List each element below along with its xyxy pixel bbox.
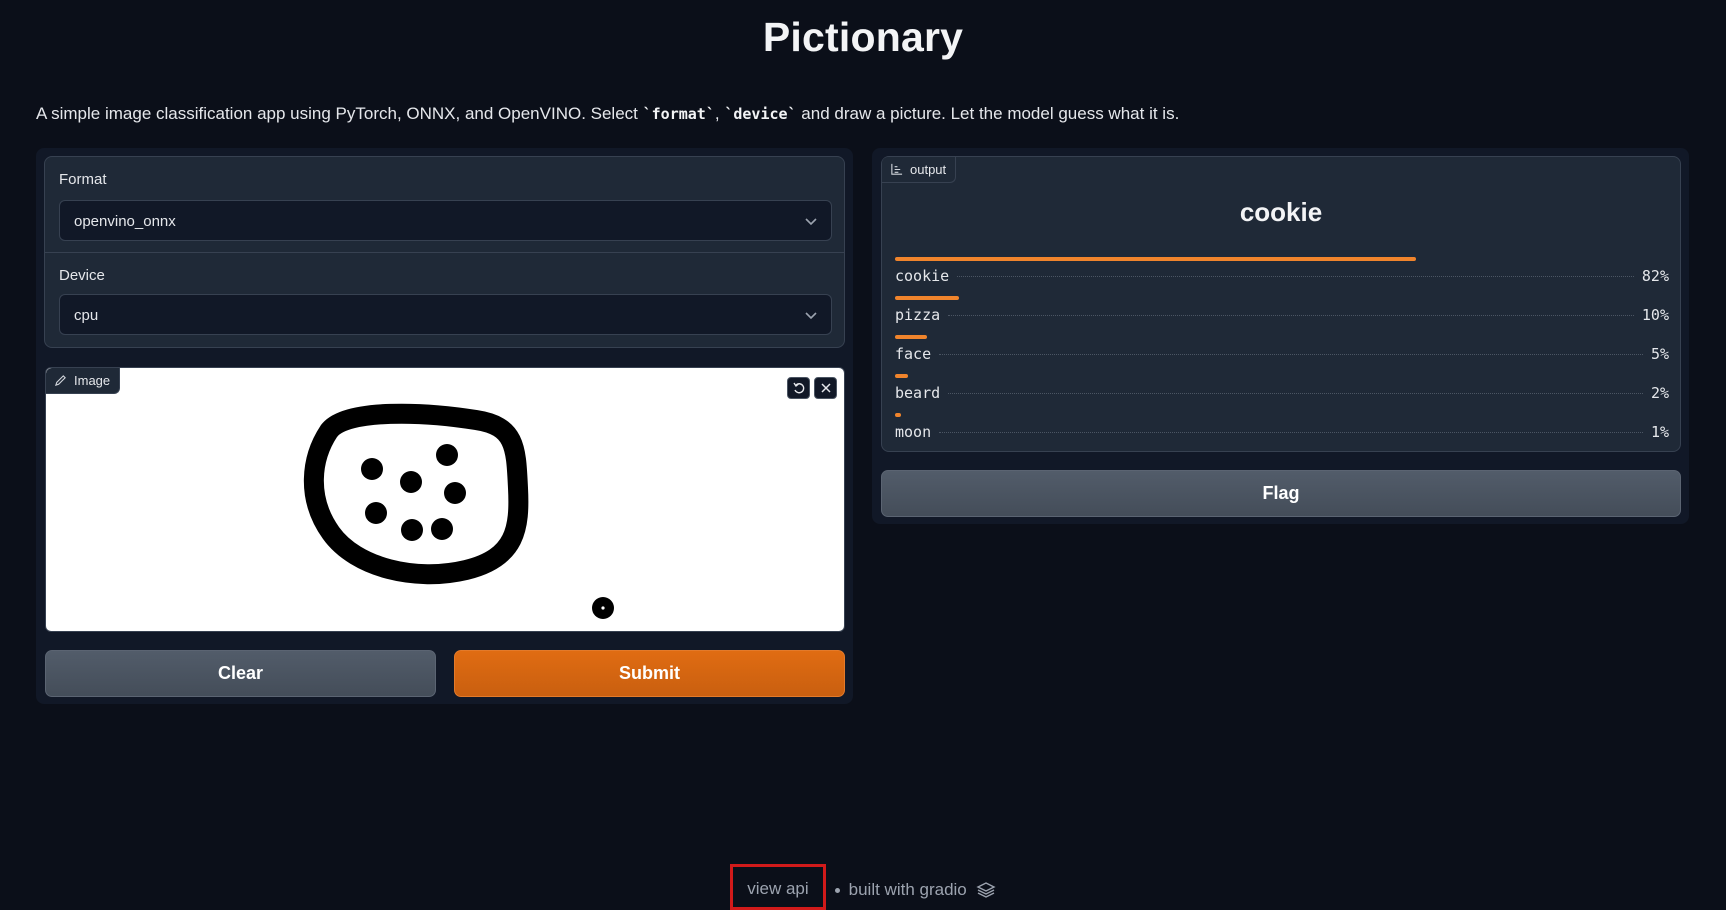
- confidence-percent: 82%: [1641, 267, 1669, 285]
- clear-image-button[interactable]: [814, 377, 837, 399]
- format-value: openvino_onnx: [74, 213, 176, 230]
- drawn-dot: [365, 502, 387, 524]
- app-description: A simple image classification app using …: [36, 104, 1179, 124]
- drawn-dot: [401, 519, 423, 541]
- page-title: Pictionary: [762, 14, 964, 60]
- confidence-item: cookie 82%: [895, 257, 1669, 289]
- dotted-leader: [939, 432, 1643, 433]
- drawing: [303, 403, 614, 619]
- image-label: Image: [74, 373, 111, 388]
- confidence-bar: [895, 257, 1416, 261]
- device-label: Device: [59, 267, 105, 284]
- confidence-bar: [895, 413, 901, 417]
- confidence-bar: [895, 296, 959, 300]
- confidence-percent: 10%: [1641, 306, 1669, 324]
- drawn-dot: [361, 458, 383, 480]
- description-text: ,: [714, 104, 725, 123]
- confidence-row: cookie 82%: [895, 267, 1669, 285]
- confidence-item: face 5%: [895, 335, 1669, 367]
- flag-button[interactable]: Flag: [881, 470, 1681, 517]
- confidence-row: face 5%: [895, 345, 1669, 363]
- format-label: Format: [59, 171, 107, 188]
- clear-button[interactable]: Clear: [45, 650, 436, 697]
- description-text: A simple image classification app using …: [36, 104, 643, 123]
- confidence-label: beard: [895, 384, 941, 402]
- confidence-row: pizza 10%: [895, 306, 1669, 324]
- output-label-tag: output: [882, 157, 957, 183]
- sketch-canvas[interactable]: Image: [45, 367, 845, 632]
- confidence-item: moon 1%: [895, 413, 1669, 445]
- confidence-label: pizza: [895, 306, 941, 324]
- confidence-label: face: [895, 345, 932, 363]
- drawn-dot: [400, 471, 422, 493]
- code-format: `format`: [642, 105, 715, 123]
- device-value: cpu: [74, 307, 99, 324]
- undo-button[interactable]: [787, 377, 810, 399]
- description-text: and draw a picture. Let the model guess …: [796, 104, 1180, 123]
- confidence-percent: 5%: [1650, 345, 1669, 363]
- settings-form: Format openvino_onnx Device cpu: [44, 156, 845, 348]
- dotted-leader: [957, 276, 1634, 277]
- confidence-percent: 2%: [1650, 384, 1669, 402]
- dotted-leader: [948, 393, 1643, 394]
- view-api-link[interactable]: view api: [730, 864, 826, 910]
- format-dropdown[interactable]: openvino_onnx: [59, 200, 832, 241]
- dotted-leader: [939, 354, 1643, 355]
- confidence-item: beard 2%: [895, 374, 1669, 406]
- predicted-label: cookie: [1239, 197, 1323, 227]
- drawn-dot: [431, 518, 453, 540]
- confidence-row: beard 2%: [895, 384, 1669, 402]
- confidence-percent: 1%: [1650, 423, 1669, 441]
- confidence-item: pizza 10%: [895, 296, 1669, 328]
- submit-button[interactable]: Submit: [454, 650, 845, 697]
- confidence-label: moon: [895, 423, 932, 441]
- output-panel: output cookie cookie 82% pizza 10% face 5% bea…: [881, 156, 1681, 452]
- close-icon: [820, 383, 831, 393]
- bar-chart-icon: [891, 163, 903, 175]
- pencil-icon: [54, 375, 66, 387]
- undo-icon: [792, 382, 804, 394]
- drawn-dot: [436, 444, 458, 466]
- confidence-label: cookie: [895, 267, 950, 285]
- divider: [45, 252, 844, 253]
- confidence-bar: [895, 374, 908, 378]
- image-label-tag: Image: [46, 368, 121, 394]
- code-device: `device`: [724, 105, 797, 123]
- gradio-logo-icon: [976, 882, 996, 898]
- chevron-down-icon: [805, 218, 817, 226]
- device-dropdown[interactable]: cpu: [59, 294, 832, 335]
- dotted-leader: [948, 315, 1634, 316]
- footer: view api built with gradio: [0, 864, 1726, 910]
- separator-dot: [834, 887, 840, 893]
- drawn-dot: [444, 482, 466, 504]
- output-label: output: [910, 162, 947, 177]
- chevron-down-icon: [805, 312, 817, 320]
- confidence-bar: [895, 335, 927, 339]
- confidence-row: moon 1%: [895, 423, 1669, 441]
- built-with-gradio-link[interactable]: built with gradio: [849, 880, 967, 900]
